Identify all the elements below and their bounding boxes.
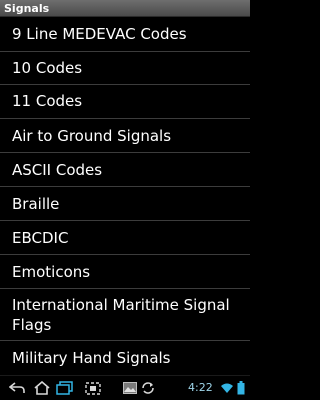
list-item-label: Emoticons [12,262,91,281]
clock: 4:22 [188,381,213,394]
wifi-icon [220,380,234,396]
title-bar: Signals [0,0,250,17]
list-item-label: Air to Ground Signals [12,126,172,145]
list-item-label: ASCII Codes [12,160,103,179]
list-item-air-to-ground-signals[interactable]: Air to Ground Signals [0,119,250,152]
list-item-ebcdic[interactable]: EBCDIC [0,221,250,254]
list-item-military-hand-signals[interactable]: Military Hand Signals [0,341,250,375]
list-item-9-line-medevac-codes[interactable]: 9 Line MEDEVAC Codes [0,17,250,51]
recent-apps-icon[interactable] [54,380,76,396]
list-item-11-codes[interactable]: 11 Codes [0,85,250,117]
list-item-international-maritime-signal-flags[interactable]: International Maritime Signal Flags [0,289,250,340]
list-item-emoticons[interactable]: Emoticons [0,255,250,288]
list-item-label: 11 Codes [12,92,83,110]
list-item-label: Military Hand Signals [12,349,171,367]
list-item-label: Braille [12,194,60,213]
sync-icon[interactable] [140,380,156,396]
list-item-label: EBCDIC [12,228,69,247]
screenshot-icon[interactable] [84,380,102,396]
battery-icon [236,380,246,396]
list-item-braille[interactable]: Braille [0,187,250,220]
home-icon[interactable] [32,380,52,396]
list-item-label: 10 Codes [12,59,83,77]
system-navigation-bar: 4:22 [0,375,250,400]
signals-list[interactable]: 9 Line MEDEVAC Codes 10 Codes 11 Codes A… [0,17,250,375]
list-item-label: 9 Line MEDEVAC Codes [12,25,187,43]
list-item-label: International Maritime Signal Flags [12,295,230,334]
list-item-ascii-codes[interactable]: ASCII Codes [0,153,250,186]
back-icon[interactable] [8,380,26,396]
list-item-10-codes[interactable]: 10 Codes [0,52,250,84]
page-title: Signals [4,2,50,15]
image-notification-icon[interactable] [122,380,138,396]
